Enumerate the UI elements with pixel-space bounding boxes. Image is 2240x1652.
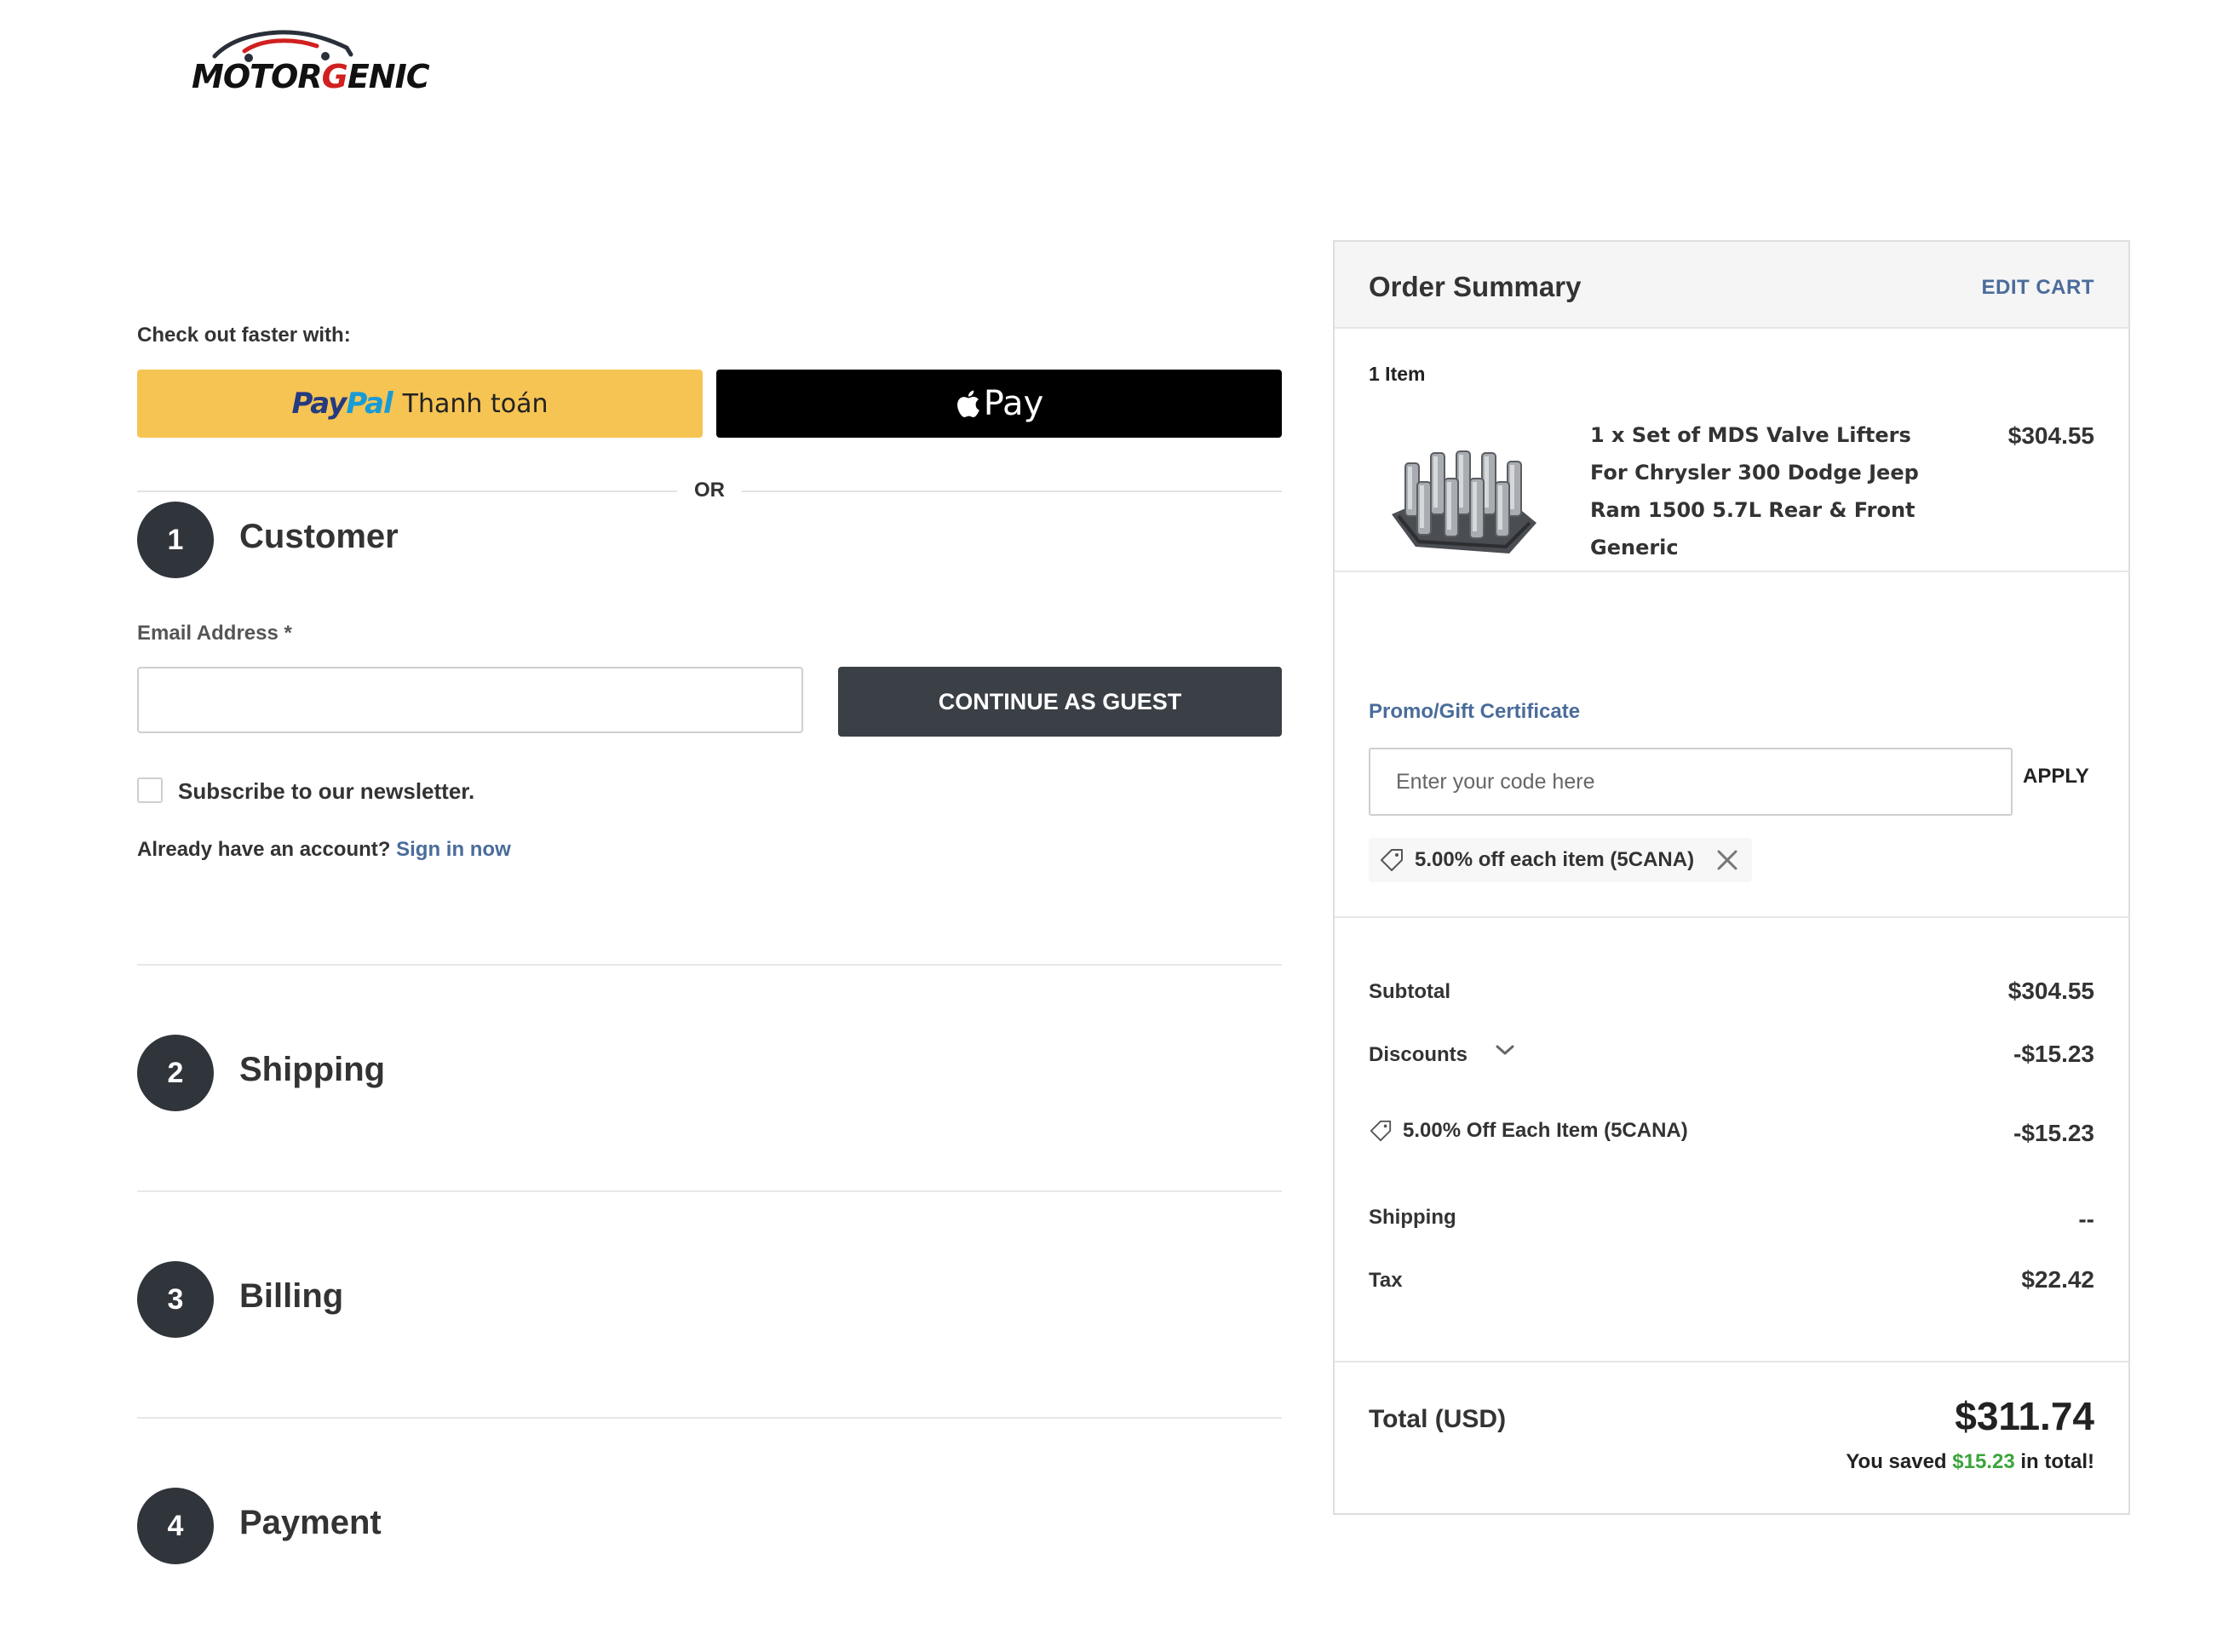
- apple-pay-text: Pay: [983, 384, 1044, 423]
- order-summary: Order Summary EDIT CART 1 Item 1 x Set o…: [1333, 240, 2130, 1515]
- summary-divider: [1335, 1361, 2128, 1362]
- apple-pay-button[interactable]: Pay: [716, 370, 1282, 438]
- step-number-shipping: 2: [137, 1035, 214, 1111]
- tax-label: Tax: [1369, 1269, 1403, 1292]
- section-divider: [137, 964, 1282, 966]
- apply-promo-button[interactable]: APPLY: [2023, 765, 2089, 789]
- step-number-payment: 4: [137, 1488, 214, 1564]
- paypal-button-text: Thanh toán: [402, 388, 549, 419]
- total-value: $311.74: [1955, 1394, 2094, 1438]
- continue-as-guest-button[interactable]: CONTINUE AS GUEST: [838, 667, 1282, 737]
- section-divider: [137, 1190, 1282, 1192]
- coupon-discount-label: 5.00% Off Each Item (5CANA): [1403, 1119, 1688, 1142]
- applied-coupon-chip: 5.00% off each item (5CANA): [1369, 838, 1753, 882]
- newsletter-label[interactable]: Subscribe to our newsletter.: [178, 778, 474, 805]
- item-count: 1 Item: [1369, 363, 1426, 385]
- step-number-customer: 1: [137, 502, 214, 578]
- discounts-value: -$15.23: [2013, 1041, 2094, 1067]
- email-label: Email Address *: [137, 622, 292, 645]
- or-separator: OR: [694, 479, 725, 502]
- site-header: MOTORGENIC: [0, 0, 2240, 139]
- motorgenic-logo[interactable]: MOTORGENIC: [192, 26, 430, 102]
- checkout-main: Check out faster with: PayPal Thanh toán…: [0, 138, 2240, 1652]
- savings-amount: $15.23: [1952, 1450, 2015, 1473]
- savings-message: You saved $15.23 in total!: [1846, 1450, 2094, 1473]
- logo-wordmark: MOTORGENIC: [192, 58, 430, 95]
- close-icon: [1717, 850, 1737, 870]
- paypal-logo: PayPal: [291, 387, 393, 421]
- apple-logo-icon: [956, 390, 979, 417]
- step-number-billing: 3: [137, 1261, 214, 1338]
- subtotal-value: $304.55: [2007, 978, 2094, 1004]
- applied-coupon-text: 5.00% off each item (5CANA): [1415, 848, 1695, 871]
- newsletter-checkbox[interactable]: [137, 777, 163, 803]
- tag-icon: [1381, 849, 1403, 871]
- step-title-billing: Billing: [239, 1277, 344, 1315]
- paypal-button[interactable]: PayPal Thanh toán: [137, 370, 703, 438]
- shipping-label: Shipping: [1369, 1206, 1456, 1229]
- account-prompt: Already have an account? Sign in now: [137, 838, 511, 862]
- tag-icon: [1370, 1120, 1392, 1142]
- order-summary-title: Order Summary: [1369, 271, 1582, 302]
- or-divider-right: [742, 490, 1282, 492]
- promo-code-input[interactable]: [1369, 748, 2013, 816]
- remove-coupon-button[interactable]: [1716, 849, 1738, 871]
- shipping-value: --: [2078, 1206, 2094, 1232]
- or-divider-left: [137, 490, 677, 492]
- promo-toggle[interactable]: Promo/Gift Certificate: [1369, 700, 1580, 724]
- edit-cart-link[interactable]: EDIT CART: [1982, 276, 2095, 300]
- summary-divider: [1335, 571, 2128, 572]
- coupon-discount-line: 5.00% Off Each Item (5CANA): [1369, 1119, 1688, 1143]
- chevron-down-icon[interactable]: [1495, 1042, 1515, 1062]
- step-title-shipping: Shipping: [239, 1051, 386, 1088]
- subtotal-label: Subtotal: [1369, 980, 1450, 1003]
- express-checkout-label: Check out faster with:: [137, 324, 351, 347]
- step-title-payment: Payment: [239, 1504, 382, 1541]
- email-field[interactable]: [137, 667, 803, 733]
- sign-in-link[interactable]: Sign in now: [396, 838, 511, 861]
- discounts-toggle[interactable]: Discounts: [1369, 1043, 1467, 1067]
- product-name: 1 x Set of MDS Valve Lifters For Chrysle…: [1590, 423, 1919, 559]
- section-divider: [137, 1417, 1282, 1419]
- product-image: [1381, 438, 1548, 565]
- product-price: $304.55: [2007, 422, 2094, 449]
- step-title-customer: Customer: [239, 518, 399, 555]
- order-summary-header: Order Summary EDIT CART: [1335, 242, 2128, 329]
- tax-value: $22.42: [2021, 1266, 2094, 1293]
- summary-divider: [1335, 916, 2128, 918]
- account-prompt-text: Already have an account?: [137, 838, 391, 861]
- total-label: Total (USD): [1369, 1405, 1507, 1433]
- coupon-discount-value: -$15.23: [2013, 1120, 2094, 1146]
